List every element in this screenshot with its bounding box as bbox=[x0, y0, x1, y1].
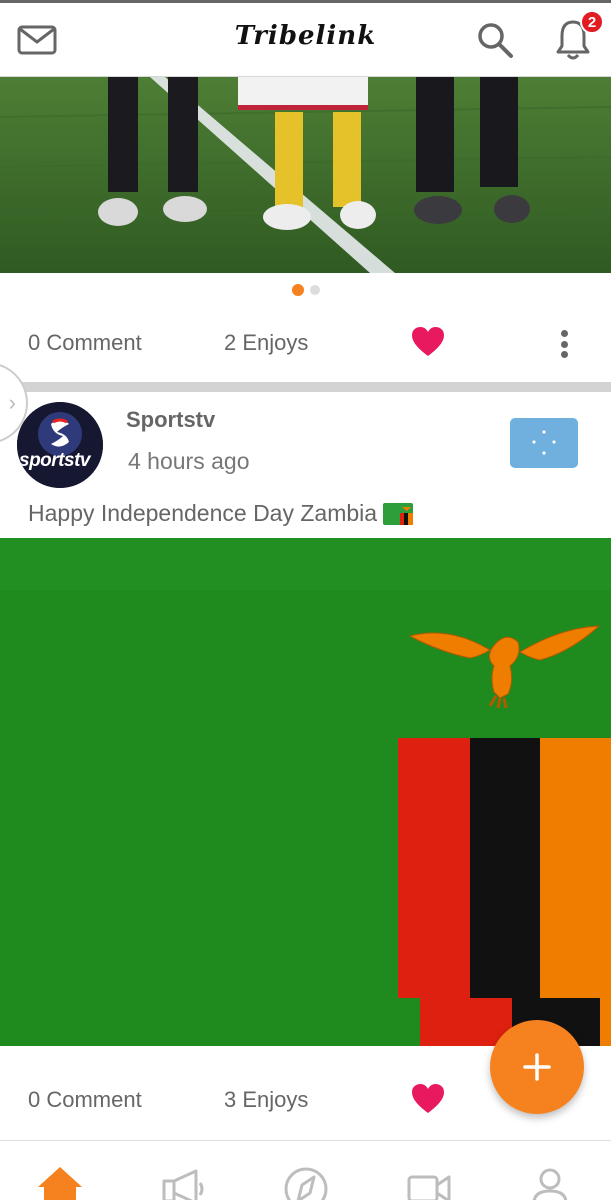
plus-icon bbox=[523, 1053, 551, 1081]
heart-icon[interactable] bbox=[410, 1081, 446, 1117]
post-stats-bar: 0 Comment 2 Enjoys bbox=[0, 316, 611, 372]
video-icon bbox=[407, 1175, 451, 1200]
carousel-dot-active[interactable] bbox=[291, 284, 304, 296]
nav-home[interactable] bbox=[34, 1163, 86, 1200]
avatar[interactable]: sportstv bbox=[17, 402, 103, 488]
notification-badge: 2 bbox=[580, 10, 604, 34]
carousel-dot[interactable] bbox=[309, 285, 320, 295]
search-icon[interactable] bbox=[472, 17, 518, 63]
enjoy-count[interactable]: 3 Enjoys bbox=[224, 1087, 308, 1113]
nav-explore[interactable] bbox=[280, 1163, 332, 1200]
caption-text: Happy Independence Day Zambia bbox=[28, 500, 378, 526]
nav-profile[interactable] bbox=[524, 1163, 576, 1200]
enjoy-count[interactable]: 2 Enjoys bbox=[224, 330, 308, 356]
more-vertical-icon[interactable] bbox=[552, 326, 576, 362]
app-header: Tribelink bbox=[0, 3, 611, 77]
bottom-navigation bbox=[0, 1140, 611, 1200]
megaphone-icon bbox=[162, 1169, 204, 1200]
home-icon bbox=[38, 1167, 82, 1200]
add-post-button[interactable] bbox=[490, 1020, 584, 1114]
carousel-indicator bbox=[0, 284, 611, 296]
post-caption: Happy Independence Day Zambia bbox=[28, 500, 414, 527]
zambia-flag-icon bbox=[383, 502, 414, 525]
post-image-football[interactable] bbox=[0, 77, 611, 273]
flag-icon[interactable] bbox=[510, 418, 578, 468]
post-timestamp: 4 hours ago bbox=[128, 448, 250, 474]
post-divider bbox=[0, 382, 611, 392]
nav-announcements[interactable] bbox=[156, 1163, 208, 1200]
compass-icon bbox=[284, 1167, 328, 1200]
app-logo: Tribelink bbox=[234, 21, 377, 51]
comment-count[interactable]: 0 Comment bbox=[28, 330, 142, 356]
nav-videos[interactable] bbox=[403, 1163, 455, 1200]
heart-icon[interactable] bbox=[410, 324, 446, 360]
post-image-zambia-flag[interactable] bbox=[0, 538, 611, 1046]
profile-icon bbox=[532, 1168, 568, 1200]
post-author[interactable]: Sportstv bbox=[126, 407, 215, 433]
comment-count[interactable]: 0 Comment bbox=[28, 1087, 142, 1113]
avatar-text: sportstv bbox=[19, 450, 90, 471]
